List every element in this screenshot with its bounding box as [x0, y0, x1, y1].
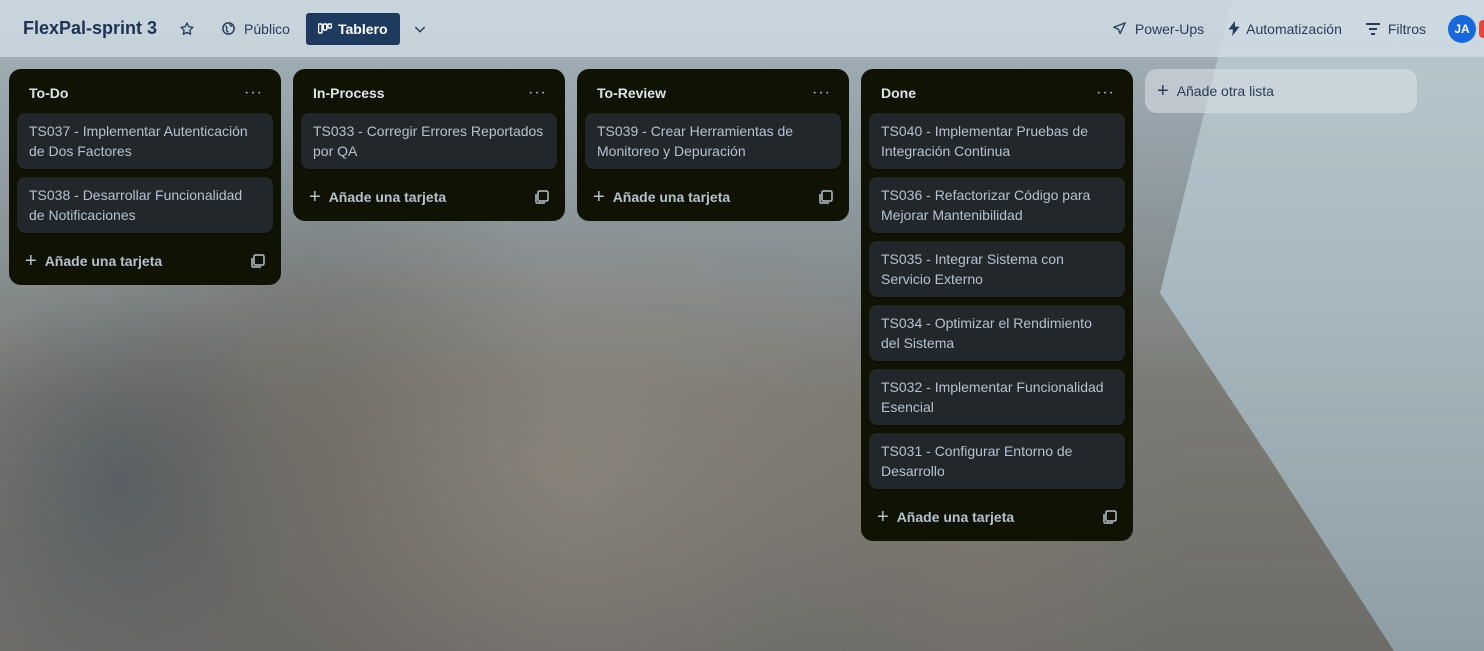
card[interactable]: TS037 - Implementar Autenticación de Dos…: [17, 113, 273, 169]
add-card-label: Añade una tarjeta: [612, 189, 731, 205]
avatar-initials: JA: [1454, 21, 1470, 36]
list-to-do: To-Do ··· TS037 - Implementar Autenticac…: [9, 69, 281, 285]
list-header: To-Do ···: [17, 77, 273, 109]
more-dots-icon[interactable]: ···: [806, 81, 837, 105]
filter-icon: [1365, 22, 1380, 35]
add-list-button[interactable]: + Añade otra lista: [1145, 69, 1417, 113]
globe-icon: [222, 22, 235, 35]
avatar[interactable]: JA: [1448, 14, 1484, 43]
add-card-row: + Añade una tarjeta: [585, 177, 841, 217]
add-card-row: + Añade una tarjeta: [869, 497, 1125, 537]
more-dots-icon[interactable]: ···: [1090, 81, 1121, 105]
card[interactable]: TS034 - Optimizar el Rendimiento del Sis…: [869, 305, 1125, 361]
more-dots-icon[interactable]: ···: [522, 81, 553, 105]
add-list-label: Añade otra lista: [1176, 83, 1274, 99]
card[interactable]: TS036 - Refactorizar Código para Mejorar…: [869, 177, 1125, 233]
chevron-down-icon: [414, 25, 425, 33]
list-header: To-Review ···: [585, 77, 841, 109]
add-card-label: Añade una tarjeta: [896, 509, 1015, 525]
plus-icon: +: [309, 186, 321, 208]
card[interactable]: TS031 - Configurar Entorno de Desarrollo: [869, 433, 1125, 489]
plus-icon: +: [25, 250, 37, 272]
card[interactable]: TS033 - Corregir Errores Reportados por …: [301, 113, 557, 169]
lightning-icon: [1228, 21, 1240, 36]
add-card-label: Añade una tarjeta: [328, 189, 447, 205]
plus-icon: +: [593, 186, 605, 208]
plus-icon: +: [877, 506, 889, 528]
card-template-icon[interactable]: [1103, 510, 1117, 524]
list-in-process: In-Process ··· TS033 - Corregir Errores …: [293, 69, 565, 221]
card-template-icon[interactable]: [819, 190, 833, 204]
list-done: Done ··· TS040 - Implementar Pruebas de …: [861, 69, 1133, 541]
plus-icon: +: [1157, 80, 1169, 102]
list-header: In-Process ···: [301, 77, 557, 109]
filters-button[interactable]: Filtros: [1358, 13, 1434, 45]
member-avatar-edge: [1479, 19, 1484, 38]
card-template-icon[interactable]: [535, 190, 549, 204]
card[interactable]: TS035 - Integrar Sistema con Servicio Ex…: [869, 241, 1125, 297]
board-view-icon: [317, 22, 332, 34]
list-to-review: To-Review ··· TS039 - Crear Herramientas…: [577, 69, 849, 221]
filters-label: Filtros: [1387, 20, 1426, 37]
add-card-button[interactable]: + Añade una tarjeta: [877, 507, 1014, 527]
star-button[interactable]: [171, 13, 203, 45]
add-card-button[interactable]: + Añade una tarjeta: [309, 187, 446, 207]
powerups-button[interactable]: Power-Ups: [1104, 13, 1212, 45]
star-icon: [180, 21, 194, 35]
visibility-button[interactable]: Público: [213, 13, 298, 45]
automation-label: Automatización: [1246, 20, 1342, 37]
add-card-button[interactable]: + Añade una tarjeta: [593, 187, 730, 207]
list-title[interactable]: In-Process: [313, 85, 385, 101]
board-title[interactable]: FlexPal-sprint 3: [23, 18, 157, 39]
powerups-label: Power-Ups: [1134, 20, 1205, 37]
rocket-icon: [1113, 22, 1126, 35]
add-card-row: + Añade una tarjeta: [301, 177, 557, 217]
automation-button[interactable]: Automatización: [1220, 13, 1350, 45]
list-title[interactable]: To-Do: [29, 85, 68, 101]
board-view-label: Tablero: [337, 20, 388, 37]
list-header: Done ···: [869, 77, 1125, 109]
more-dots-icon[interactable]: ···: [238, 81, 269, 105]
visibility-label: Público: [244, 20, 290, 37]
list-title[interactable]: Done: [881, 85, 916, 101]
card[interactable]: TS032 - Implementar Funcionalidad Esenci…: [869, 369, 1125, 425]
board-view-button[interactable]: Tablero: [305, 12, 400, 45]
header-actions: Power-Ups Automatización Filtros JA: [1104, 0, 1484, 57]
add-card-label: Añade una tarjeta: [44, 253, 163, 269]
board-header: FlexPal-sprint 3 Público Tablero Power-U…: [0, 0, 1484, 57]
card[interactable]: TS038 - Desarrollar Funcionalidad de Not…: [17, 177, 273, 233]
card-template-icon[interactable]: [251, 254, 265, 268]
view-switcher-button[interactable]: [404, 13, 436, 45]
card[interactable]: TS040 - Implementar Pruebas de Integraci…: [869, 113, 1125, 169]
add-card-row: + Añade una tarjeta: [17, 241, 273, 281]
card[interactable]: TS039 - Crear Herramientas de Monitoreo …: [585, 113, 841, 169]
add-card-button[interactable]: + Añade una tarjeta: [25, 251, 162, 271]
list-title[interactable]: To-Review: [597, 85, 666, 101]
